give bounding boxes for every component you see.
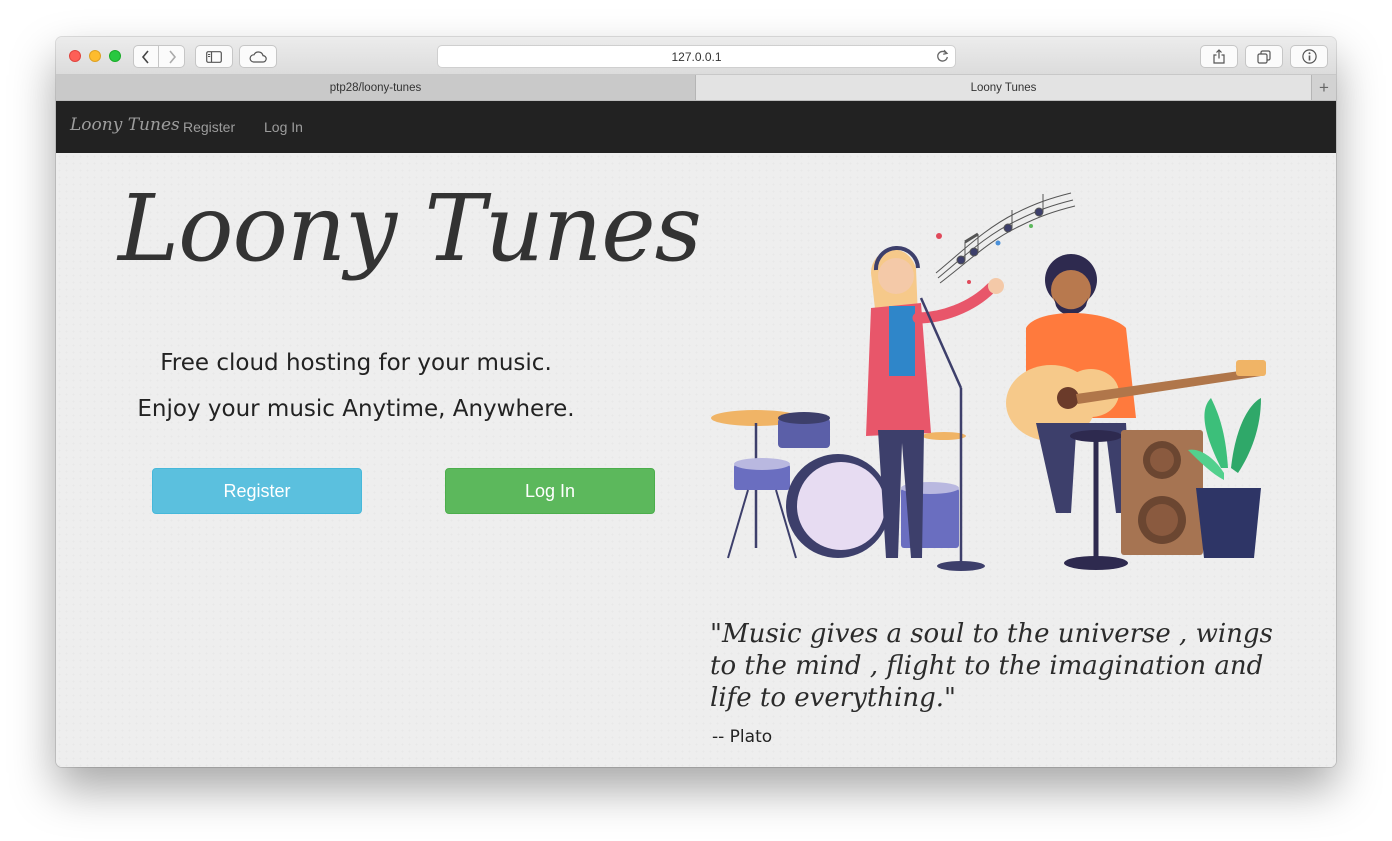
speaker — [1121, 430, 1203, 555]
sidebar-button[interactable] — [195, 45, 233, 68]
share-icon — [1213, 49, 1225, 64]
info-button[interactable] — [1290, 45, 1328, 68]
forward-button[interactable] — [159, 45, 185, 68]
reload-button[interactable] — [936, 49, 949, 66]
tagline-primary: Free cloud hosting for your music. — [160, 350, 552, 376]
register-button[interactable]: Register — [152, 468, 362, 514]
quote-text: "Music gives a soul to the universe , wi… — [710, 619, 1273, 713]
tab-github[interactable]: ptp28/loony-tunes — [56, 75, 696, 100]
site-navbar: Loony Tunes Register Log In — [56, 101, 1336, 153]
zoom-window-button[interactable] — [109, 50, 121, 62]
url-text: 127.0.0.1 — [671, 49, 722, 64]
quote-author: -- Plato — [712, 727, 773, 747]
nav-link-login[interactable]: Log In — [264, 119, 303, 135]
browser-toolbar: 127.0.0.1 — [56, 37, 1336, 75]
nav-link-register[interactable]: Register — [183, 119, 235, 135]
new-tab-button[interactable]: + — [1311, 75, 1336, 100]
navbar-brand[interactable]: Loony Tunes — [70, 115, 180, 135]
landing-page: Loony Tunes Free cloud hosting for your … — [56, 153, 1336, 767]
band-illustration — [711, 192, 1266, 571]
tab-label: Loony Tunes — [970, 81, 1037, 94]
minimize-window-button[interactable] — [89, 50, 101, 62]
info-icon — [1301, 49, 1317, 64]
reload-icon — [937, 49, 949, 62]
tagline-secondary: Enjoy your music Anytime, Anywhere. — [137, 396, 575, 422]
browser-window: 127.0.0.1 ptp28/loony-tunes Loony Tunes … — [56, 37, 1336, 767]
tab-bar: ptp28/loony-tunes Loony Tunes + — [56, 75, 1336, 101]
back-button[interactable] — [133, 45, 159, 68]
login-button[interactable]: Log In — [445, 468, 655, 514]
tabs-overview-button[interactable] — [1245, 45, 1283, 68]
address-bar[interactable]: 127.0.0.1 — [437, 45, 956, 68]
icloud-tabs-button[interactable] — [239, 45, 277, 68]
hero-title: Loony Tunes — [118, 175, 702, 282]
tabs-overview-icon — [1257, 49, 1271, 64]
cloud-icon — [249, 50, 267, 63]
history-navigation — [133, 45, 185, 68]
forward-icon — [168, 49, 176, 64]
share-button[interactable] — [1200, 45, 1238, 68]
plus-icon: + — [1319, 77, 1329, 97]
close-window-button[interactable] — [69, 50, 81, 62]
tab-label: ptp28/loony-tunes — [329, 81, 422, 94]
sidebar-icon — [206, 50, 222, 63]
tab-loony-tunes[interactable]: Loony Tunes — [696, 75, 1311, 100]
back-icon — [141, 49, 149, 64]
